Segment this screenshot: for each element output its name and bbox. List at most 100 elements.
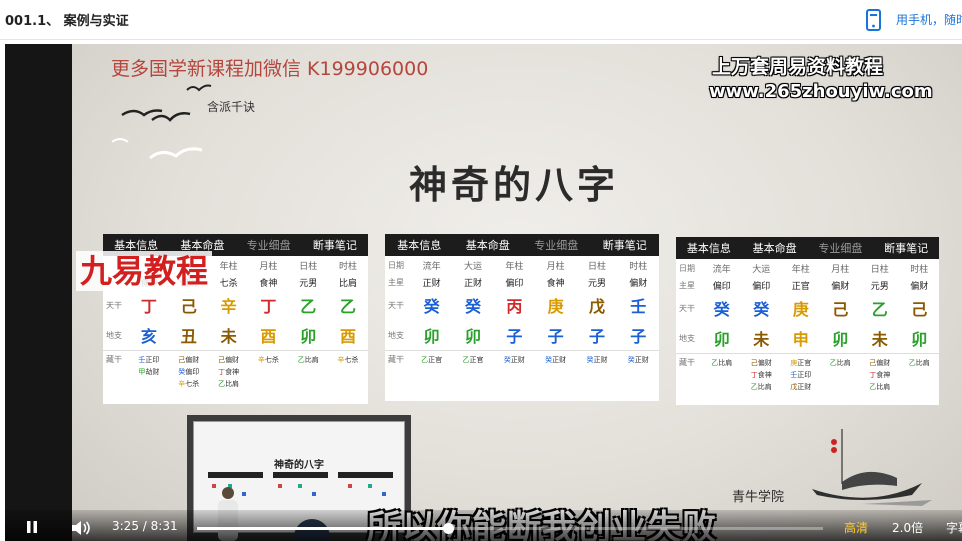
hidden-stem: 壬正印	[138, 356, 160, 364]
promo-text: 更多国学新课程加微信 K199906000	[111, 58, 429, 80]
head-row: 日期 流年 大运 年柱 月柱 日柱 时柱	[385, 256, 659, 274]
row-label: 地支	[388, 330, 404, 340]
progress-handle[interactable]	[443, 523, 455, 534]
stars-cell: 偏财	[629, 278, 648, 289]
stem-cell: 辛	[220, 297, 237, 316]
head-cell: 日柱	[587, 261, 606, 272]
birds-icon	[112, 84, 212, 160]
branch-cell: 卯	[464, 327, 481, 346]
stem-cell: 乙	[300, 297, 317, 316]
hidden-stem: 乙比肩	[869, 383, 891, 391]
seal-text: 青牛学院	[732, 490, 785, 505]
hidden-stems-cell: 己偏财 丁食神 乙比肩	[742, 357, 782, 393]
hidden-stem: 戊正财	[790, 383, 812, 391]
tab-pro-chart[interactable]: 专业细盘	[236, 237, 302, 253]
tab-basic-chart[interactable]: 基本命盘	[454, 237, 523, 253]
video-letterbox	[5, 44, 72, 541]
video-player[interactable]: 更多国学新课程加微信 K199906000 上万套周易资料教程 www.265z…	[5, 44, 962, 541]
row-label: 藏干	[679, 358, 695, 367]
hidden-stem: 己偏财	[178, 356, 200, 364]
hidden-stem: 癸偏印	[178, 368, 200, 376]
hidden-stem: 庚正官	[790, 359, 812, 367]
bazi-grid: 日期 流年 大运 年柱 月柱 日柱 时柱 主星 偏印 偏印 正官 偏财 元男 偏财 天干 癸 癸 庚 己 乙 己地支 卯 未…	[676, 259, 939, 393]
tab-notes[interactable]: 断事笔记	[302, 237, 368, 253]
stem-cell: 丙	[506, 297, 523, 316]
stars-cell: 元男	[299, 278, 318, 289]
hidden-stem: 丁食神	[218, 368, 240, 376]
tab-notes[interactable]: 断事笔记	[873, 240, 939, 256]
tab-basic-info[interactable]: 基本信息	[676, 240, 742, 256]
duration: 8:31	[150, 519, 178, 533]
hidden-stem: 乙正官	[421, 356, 443, 364]
stars-cell: 偏财	[910, 281, 929, 292]
tab-basic-chart[interactable]: 基本命盘	[742, 240, 808, 256]
hidden-stems-row: 藏干 壬正印 甲劫财 己偏财 癸偏印 辛七杀 己偏财 丁食神 乙比肩 辛七杀 乙比肩 辛七杀	[103, 350, 368, 390]
pause-icon[interactable]	[25, 520, 39, 534]
page-title: 001.1、 案例与实证	[5, 14, 129, 29]
tab-basic-info[interactable]: 基本信息	[385, 237, 454, 253]
poem-text: 含派千诀	[207, 100, 256, 114]
hidden-stems-cell: 乙正官	[411, 354, 452, 366]
stems-row: 天干 癸 癸 丙 庚 戊 壬	[385, 290, 659, 320]
hidden-stems-cell: 辛七杀	[248, 354, 288, 366]
hidden-stem: 丁食神	[869, 371, 891, 379]
hidden-stem: 乙比肩	[218, 380, 240, 388]
head-cell: 大运	[463, 261, 482, 272]
hidden-stems-cell: 癸正财	[494, 354, 535, 366]
branches-row: 地支 卯 卯 子 子 子 子	[385, 320, 659, 350]
bazi-panel-2: 基本信息 基本命盘 专业细盘 断事笔记 日期 流年 大运 年柱 月柱 日柱 时柱 主星 正财 正财 偏印 食神…	[385, 234, 659, 401]
quality-button[interactable]: 高清	[844, 519, 868, 536]
hidden-stems-cell: 己偏财 丁食神 乙比肩	[860, 357, 900, 393]
head-cell: 年柱	[791, 264, 810, 275]
branch-cell: 卯	[911, 330, 928, 349]
row-label: 天干	[106, 300, 122, 310]
row-label: 天干	[388, 300, 404, 310]
branch-cell: 子	[588, 327, 605, 346]
stem-cell: 己	[832, 300, 849, 319]
slide-title: 神奇的八字	[409, 162, 620, 207]
hidden-stem: 辛七杀	[257, 356, 279, 364]
hidden-stems-cell: 癸正财	[618, 354, 659, 366]
tab-notes[interactable]: 断事笔记	[591, 237, 660, 253]
hidden-stems-cell: 癸正财	[576, 354, 617, 366]
speed-button[interactable]: 2.0倍	[892, 519, 923, 536]
row-label: 藏干	[106, 355, 122, 364]
current-time: 3:25	[112, 519, 139, 533]
hidden-stems-cell: 癸正财	[535, 354, 576, 366]
stars-cell: 正官	[791, 281, 810, 292]
volume-icon[interactable]	[71, 520, 91, 536]
stars-row: 主星 偏印 偏印 正官 偏财 元男 偏财	[676, 277, 939, 293]
stars-cell: 偏印	[712, 281, 731, 292]
bazi-panel-3: 基本信息 基本命盘 专业细盘 断事笔记 日期 流年 大运 年柱 月柱 日柱 时柱 主星 偏印 偏印 正官 偏财…	[676, 237, 939, 405]
branches-row: 地支 亥 丑 未 酉 卯 酉	[103, 320, 368, 350]
video-frame: 更多国学新课程加微信 K199906000 上万套周易资料教程 www.265z…	[72, 44, 962, 541]
tab-pro-chart[interactable]: 专业细盘	[522, 237, 591, 253]
boat-illustration	[812, 429, 932, 506]
panel-tabs: 基本信息 基本命盘 专业细盘 断事笔记	[676, 237, 939, 259]
stem-cell: 己	[911, 300, 928, 319]
stem-cell: 庚	[792, 300, 809, 319]
row-label: 地支	[679, 333, 695, 343]
hidden-stem: 壬正印	[790, 371, 812, 379]
stem-cell: 癸	[464, 297, 481, 316]
hidden-stems-cell: 己偏财 丁食神 乙比肩	[209, 354, 249, 390]
mobile-link[interactable]: 用手机，随时	[896, 11, 962, 28]
branches-row: 地支 卯 未 申 卯 未 卯	[676, 323, 939, 353]
stars-cell: 七杀	[219, 278, 238, 289]
progress-bar[interactable]	[197, 523, 823, 534]
subtitles-button[interactable]: 字幕	[946, 519, 962, 536]
branch-cell: 亥	[140, 327, 157, 346]
hidden-stem: 癸正财	[503, 356, 525, 364]
stem-cell: 乙	[871, 300, 888, 319]
head-cell: 年柱	[505, 261, 524, 272]
mobile-phone-icon[interactable]	[866, 9, 881, 31]
hidden-stems-cell: 己偏财 癸偏印 辛七杀	[169, 354, 209, 390]
hidden-stem: 乙比肩	[711, 359, 733, 367]
stem-cell: 乙	[340, 297, 357, 316]
stem-cell: 癸	[713, 300, 730, 319]
tab-pro-chart[interactable]: 专业细盘	[808, 240, 874, 256]
hidden-stems-cell: 乙比肩	[288, 354, 328, 366]
stars-cell: 正财	[463, 278, 482, 289]
branch-cell: 子	[630, 327, 647, 346]
stem-cell: 癸	[423, 297, 440, 316]
